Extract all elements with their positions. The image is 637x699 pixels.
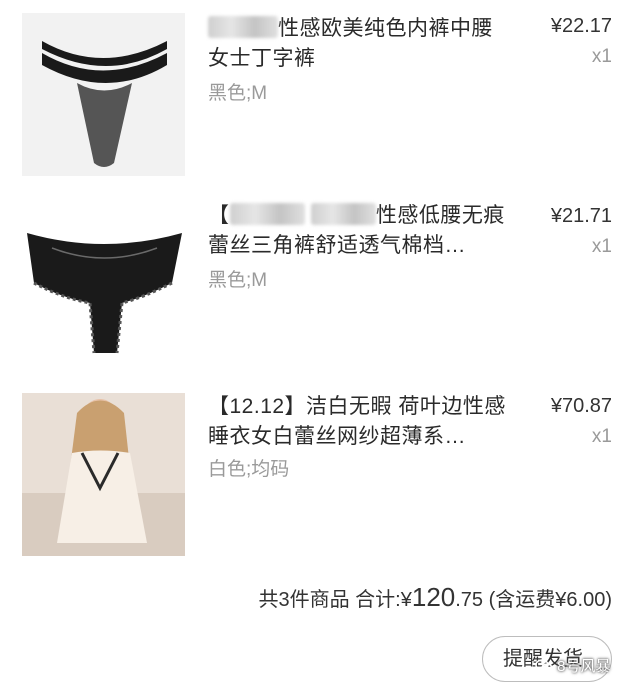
total-currency: ¥	[400, 589, 412, 611]
product-spec: 白色;均码	[208, 459, 290, 480]
product-title[interactable]: 【 性感低腰无痕蕾丝三角裤舒适透气棉档…	[208, 201, 508, 261]
watermark-text: 8号风暴	[557, 658, 611, 675]
product-quantity: x1	[591, 236, 612, 257]
white-nightgown-product-image	[22, 393, 185, 556]
item-count: 共3件商品	[258, 589, 350, 611]
redacted-text	[208, 16, 278, 38]
product-quantity: x1	[591, 426, 612, 447]
shipping-fee: (含运费¥6.00)	[488, 589, 612, 611]
product-price: ¥21.71	[550, 205, 612, 227]
total-amount-int: 120	[411, 582, 456, 612]
product-image-lace-briefs[interactable]	[22, 203, 185, 366]
order-item-3[interactable]: 【12.12】洁白无暇 荷叶边性感睡衣女白蕾丝网纱超薄系… 白色;均码 ¥70.…	[0, 380, 637, 556]
order-item-1[interactable]: 性感欧美纯色内裤中腰女士丁字裤 黑色;M ¥22.17 x1	[0, 0, 637, 176]
product-image-nightgown[interactable]	[22, 393, 185, 556]
product-image-thong[interactable]	[22, 13, 185, 176]
wechat-icon	[535, 659, 553, 673]
product-title-prefix: 【	[208, 204, 230, 227]
product-title[interactable]: 性感欧美纯色内裤中腰女士丁字裤	[208, 14, 508, 74]
product-spec: 黑色;M	[208, 270, 268, 291]
black-thong-product-image	[22, 13, 185, 176]
product-spec: 黑色;M	[208, 83, 268, 104]
total-amount-dec: .75	[455, 589, 484, 611]
redacted-text	[229, 203, 305, 225]
total-label: 合计:	[355, 589, 401, 611]
order-item-2[interactable]: 【 性感低腰无痕蕾丝三角裤舒适透气棉档… 黑色;M ¥21.71 x1	[0, 190, 637, 366]
product-price: ¥70.87	[550, 395, 612, 417]
product-price: ¥22.17	[550, 15, 612, 37]
black-lace-briefs-product-image	[22, 203, 185, 366]
product-title[interactable]: 【12.12】洁白无暇 荷叶边性感睡衣女白蕾丝网纱超薄系…	[208, 392, 508, 452]
redacted-text	[310, 203, 376, 225]
order-summary: 共3件商品 合计:¥120.75 (含运费¥6.00)	[258, 582, 612, 613]
product-quantity: x1	[591, 46, 612, 67]
watermark: 8号风暴	[535, 655, 611, 676]
